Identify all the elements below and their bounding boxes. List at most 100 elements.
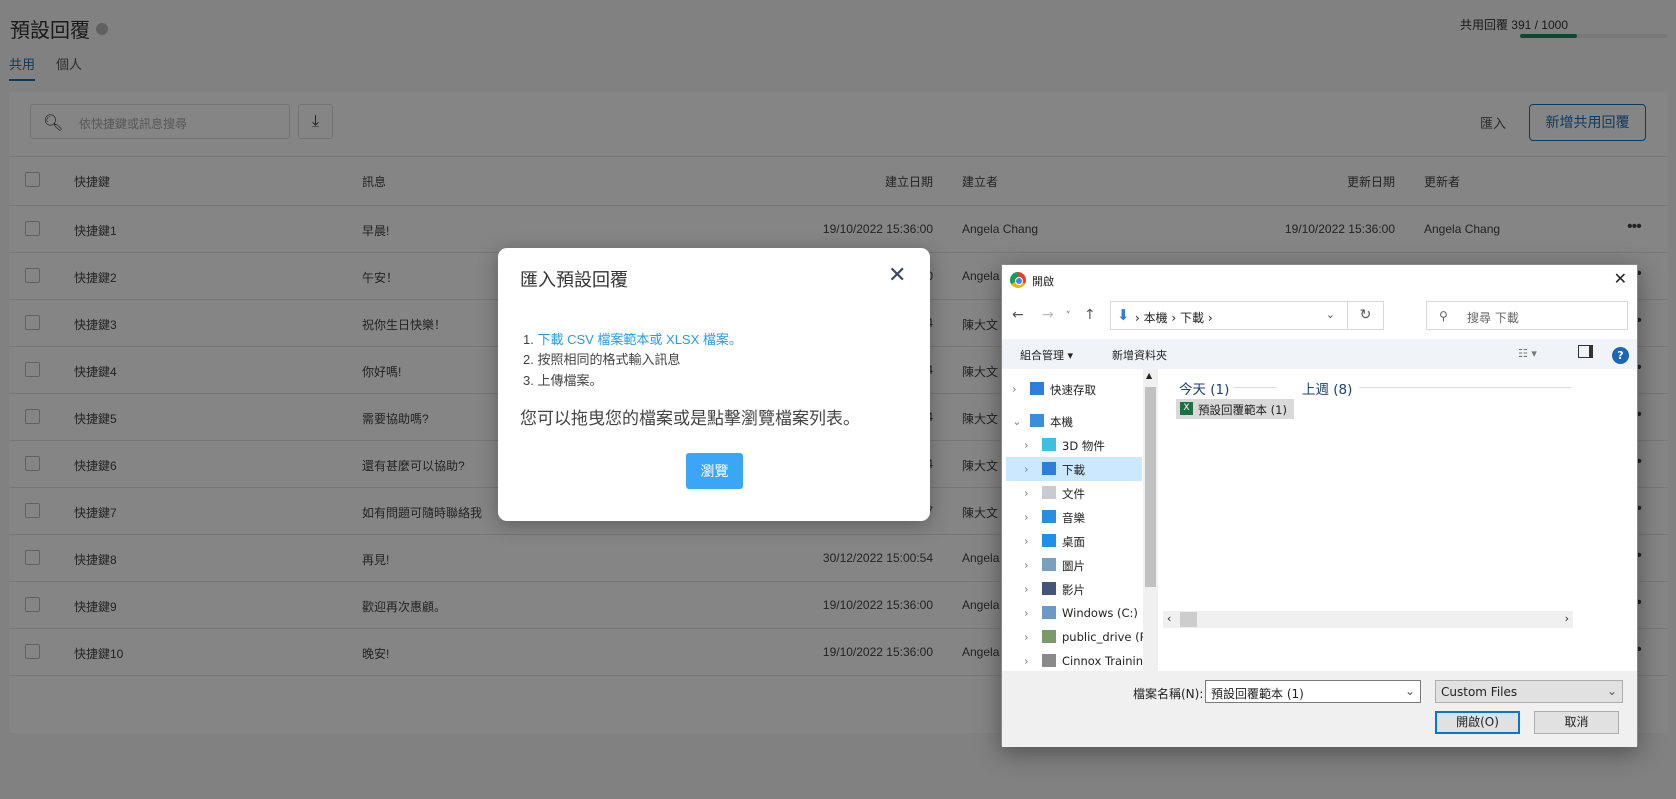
nav-item[interactable]: › 快速存取 xyxy=(1006,377,1142,401)
filename-label: 檔案名稱(N): xyxy=(1133,687,1204,701)
nav-item-label: 圖片 xyxy=(1062,559,1085,573)
scroll-right-icon[interactable]: › xyxy=(1565,612,1569,625)
folder-icon xyxy=(1042,438,1056,451)
organize-menu[interactable]: 組合管理 ▾ xyxy=(1020,347,1073,363)
nav-item-label: 下載 xyxy=(1062,463,1085,477)
horizontal-scrollbar[interactable]: ‹ › xyxy=(1163,611,1573,628)
forward-icon[interactable]: → xyxy=(1042,307,1054,323)
address-path: › 本機 › 下載 › xyxy=(1135,311,1213,325)
open-button[interactable]: 開啟(O) xyxy=(1435,711,1520,734)
file-item[interactable]: X 預設回覆範本 (1) xyxy=(1176,399,1294,419)
chevron-down-icon[interactable]: ⌄ xyxy=(1012,414,1022,428)
recent-dropdown-icon[interactable]: ˅ xyxy=(1066,311,1071,321)
nav-item[interactable]: › Windows (C:) xyxy=(1006,601,1142,625)
import-modal: 匯入預設回覆 ✕ 1. 下載 CSV 檔案範本或 XLSX 檔案。 2. 按照相… xyxy=(498,248,930,521)
nav-item[interactable]: › 音樂 xyxy=(1006,505,1142,529)
chevron-right-icon[interactable]: › xyxy=(1012,382,1017,396)
chevron-right-icon[interactable]: › xyxy=(1024,606,1029,620)
close-icon[interactable]: ✕ xyxy=(888,262,906,288)
filetype-value: Custom Files xyxy=(1441,685,1518,699)
file-open-dialog: 開啟 ✕ ← → ˅ ↑ ⬇ › 本機 › 下載 › ⌄ ↻ ⚲ 搜尋 下載 組合管理 … xyxy=(1001,264,1638,747)
nav-item[interactable]: › 桌面 xyxy=(1006,529,1142,553)
step-1: 1. 下載 CSV 檔案範本或 XLSX 檔案。 xyxy=(523,329,742,348)
nav-item[interactable]: › 3D 物件 xyxy=(1006,433,1142,457)
chevron-right-icon[interactable]: › xyxy=(1024,534,1029,548)
cancel-button[interactable]: 取消 xyxy=(1534,711,1619,734)
folder-icon xyxy=(1042,486,1056,499)
folder-icon xyxy=(1042,606,1056,619)
close-icon[interactable]: ✕ xyxy=(1614,269,1627,288)
download-template-link[interactable]: 下載 CSV 檔案範本或 XLSX 檔案。 xyxy=(537,332,741,347)
chrome-icon xyxy=(1010,272,1026,288)
folder-icon xyxy=(1042,630,1056,643)
chevron-right-icon[interactable]: › xyxy=(1024,558,1029,572)
nav-item-label: 快速存取 xyxy=(1050,383,1096,397)
chevron-right-icon[interactable]: › xyxy=(1024,438,1029,452)
dialog-toolbar: 組合管理 ▾ 新增資料夾 ☷ ▾ ? xyxy=(1002,339,1637,369)
nav-item-label: 本機 xyxy=(1050,415,1073,429)
nav-item-label: Cinnox Training xyxy=(1062,654,1151,668)
dialog-footer: 檔案名稱(N): 預設回覆範本 (1) ⌄ Custom Files ⌄ 開啟(O)… xyxy=(1002,671,1637,747)
view-options-icon[interactable]: ☷ ▾ xyxy=(1518,347,1537,360)
filename-input[interactable]: 預設回覆範本 (1) ⌄ xyxy=(1205,680,1421,703)
dialog-search-placeholder: 搜尋 下載 xyxy=(1467,311,1519,325)
new-folder-button[interactable]: 新增資料夾 xyxy=(1112,347,1167,363)
group-last-week[interactable]: 上週 (8) xyxy=(1302,378,1352,398)
nav-item[interactable]: › 圖片 xyxy=(1006,553,1142,577)
refresh-icon[interactable]: ↻ xyxy=(1347,302,1383,329)
folder-icon xyxy=(1042,462,1056,475)
nav-item-label: 文件 xyxy=(1062,487,1085,501)
scrollbar-thumb[interactable] xyxy=(1180,612,1197,627)
navigation-pane: › 快速存取 ⌄ 本機 › 3D 物件 › 下載 › 文件 › 音樂 › 桌面 › 圖片 › 影片 › Windows… xyxy=(1002,369,1158,671)
up-icon[interactable]: ↑ xyxy=(1084,307,1096,323)
nav-item[interactable]: ⌄ 本機 xyxy=(1006,409,1142,433)
chevron-right-icon[interactable]: › xyxy=(1024,486,1029,500)
folder-icon xyxy=(1042,510,1056,523)
group-today[interactable]: 今天 (1) xyxy=(1179,378,1229,398)
folder-icon xyxy=(1030,414,1044,427)
scrollbar-thumb[interactable] xyxy=(1145,387,1156,587)
nav-item[interactable]: › 影片 xyxy=(1006,577,1142,601)
nav-scrollbar[interactable]: ▲ xyxy=(1143,369,1158,671)
help-icon[interactable]: ? xyxy=(1612,347,1629,364)
chevron-down-icon[interactable]: ⌄ xyxy=(1326,308,1335,321)
dialog-titlebar[interactable]: 開啟 ✕ xyxy=(1002,265,1637,295)
group-divider xyxy=(1233,387,1277,388)
chevron-right-icon[interactable]: › xyxy=(1024,582,1029,596)
chevron-right-icon[interactable]: › xyxy=(1024,510,1029,524)
file-name: 預設回覆範本 (1) xyxy=(1198,403,1287,417)
scroll-left-icon[interactable]: ‹ xyxy=(1167,612,1171,625)
nav-item-label: 3D 物件 xyxy=(1062,439,1105,453)
step-1-number: 1. xyxy=(523,332,538,347)
step-2: 2. 按照相同的格式輸入訊息 xyxy=(523,352,681,367)
nav-item-label: 桌面 xyxy=(1062,535,1085,549)
folder-icon xyxy=(1042,534,1056,547)
chevron-right-icon[interactable]: › xyxy=(1024,654,1029,668)
nav-item[interactable]: › public_drive (P:) xyxy=(1006,625,1155,649)
chevron-right-icon[interactable]: › xyxy=(1024,630,1029,644)
filename-value: 預設回覆範本 (1) xyxy=(1211,687,1304,701)
chevron-down-icon: ⌄ xyxy=(1606,684,1617,698)
nav-item[interactable]: › 下載 xyxy=(1006,457,1142,481)
nav-item[interactable]: › Cinnox Training xyxy=(1006,649,1150,671)
folder-icon xyxy=(1042,558,1056,571)
nav-item-label: Windows (C:) xyxy=(1062,606,1138,620)
chevron-down-icon[interactable]: ⌄ xyxy=(1405,684,1415,698)
search-icon: ⚲ xyxy=(1439,309,1448,323)
nav-item-label: 影片 xyxy=(1062,583,1085,597)
browse-button[interactable]: 瀏覽 xyxy=(686,453,743,489)
preview-pane-icon[interactable] xyxy=(1578,345,1593,358)
address-bar[interactable]: ⬇ › 本機 › 下載 › ⌄ ↻ xyxy=(1110,301,1384,330)
folder-icon xyxy=(1042,654,1056,667)
back-icon[interactable]: ← xyxy=(1012,307,1024,323)
chevron-right-icon[interactable]: › xyxy=(1024,462,1029,476)
folder-icon xyxy=(1042,582,1056,595)
group-divider xyxy=(1359,387,1571,388)
excel-file-icon: X xyxy=(1180,402,1193,415)
nav-item[interactable]: › 文件 xyxy=(1006,481,1142,505)
nav-item-label: public_drive (P:) xyxy=(1062,630,1155,644)
scroll-up-icon[interactable]: ▲ xyxy=(1146,371,1152,380)
dialog-search-input[interactable]: ⚲ 搜尋 下載 xyxy=(1426,301,1628,330)
filetype-select[interactable]: Custom Files ⌄ xyxy=(1435,680,1623,703)
nav-item-label: 音樂 xyxy=(1062,511,1085,525)
